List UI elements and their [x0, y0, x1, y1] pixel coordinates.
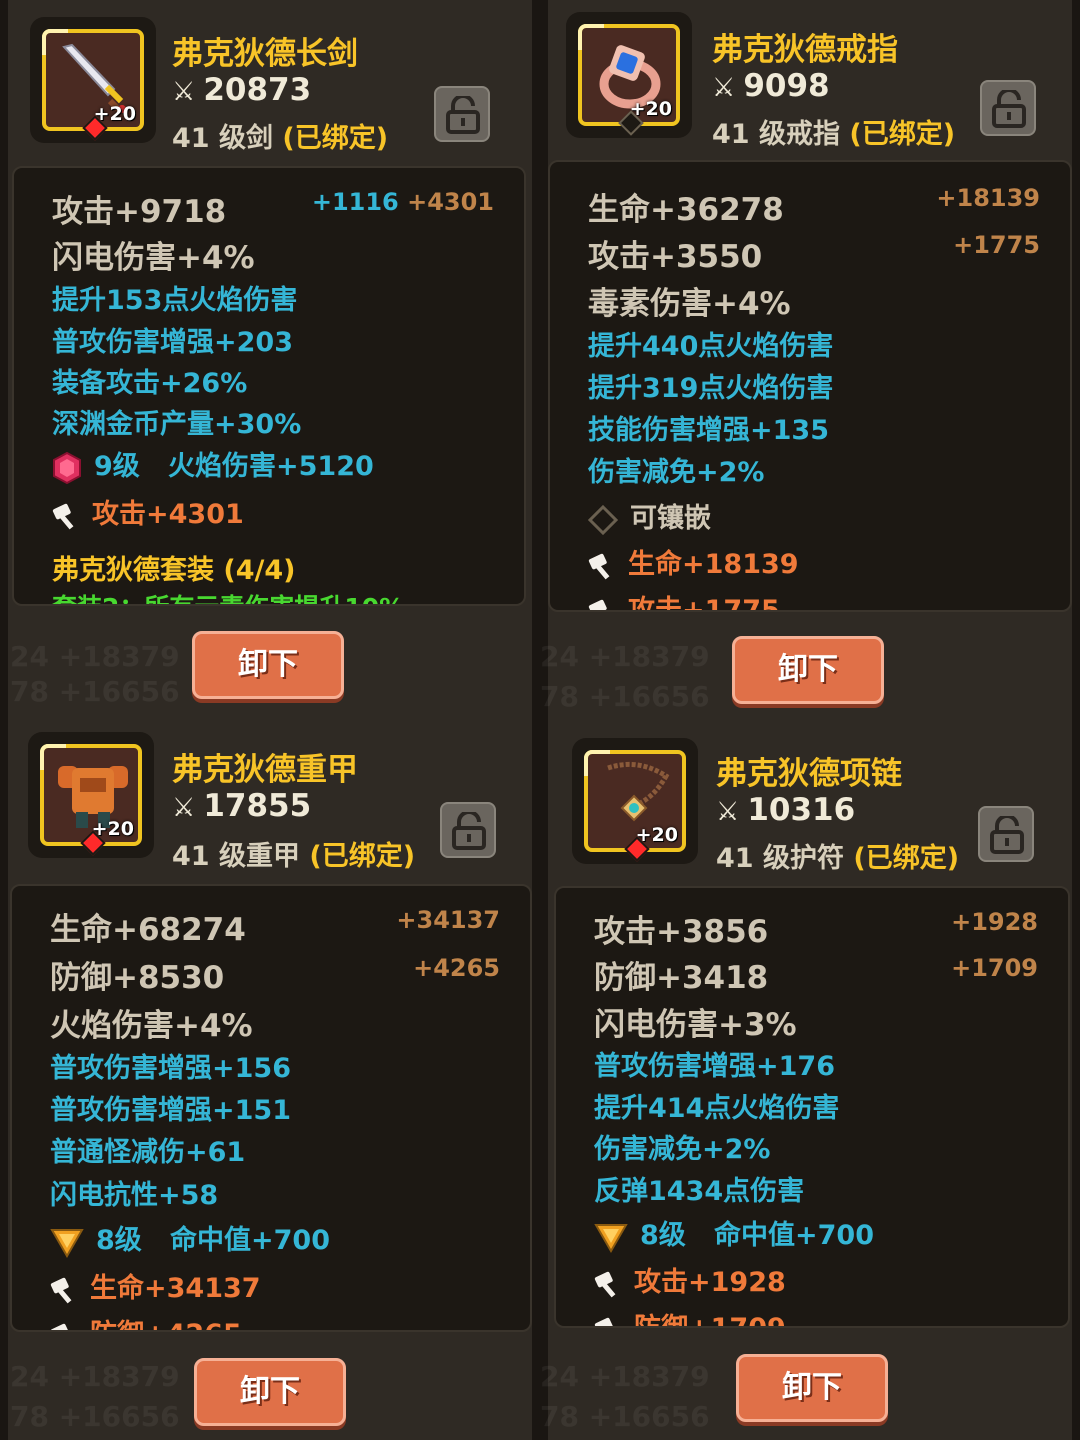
affix-stat: 普攻伤害增强+176	[594, 1051, 835, 1082]
lock-button[interactable]	[440, 802, 496, 858]
affix-stat: 伤害减免+2%	[588, 457, 765, 488]
item-name: 弗克狄德戒指	[712, 32, 898, 68]
affix-stat: 伤害减免+2%	[594, 1134, 771, 1165]
gem-stat: 9级 火焰伤害+5120	[52, 444, 374, 484]
stats-box[interactable]: 生命+68274 +34137 防御+8530 +4265 火焰伤害+4% 普攻…	[10, 884, 532, 1332]
hammer-icon	[594, 1317, 613, 1326]
forge-stat: 防御+1709	[594, 1306, 786, 1326]
crossed-swords-icon: ⚔	[172, 793, 196, 823]
affix-stat: 反弹1434点伤害	[594, 1176, 805, 1207]
hammer-icon	[50, 1323, 69, 1330]
lock-button[interactable]	[980, 80, 1036, 136]
lock-button[interactable]	[978, 806, 1034, 862]
crossed-swords-icon: ⚔	[172, 77, 196, 107]
item-icon-frame[interactable]: +20	[566, 12, 692, 138]
topaz-gem-icon	[50, 1228, 84, 1258]
stats-box[interactable]: 攻击+9718 +1116 +4301 闪电伤害+4% 提升153点火焰伤害 普…	[12, 166, 526, 606]
item-panel-armor: 24 +18379 78 +16656 +20 弗克狄德重甲 ⚔ 17855 41…	[0, 720, 540, 1440]
item-level: 41 级护符 (已绑定)	[716, 843, 960, 874]
set-bonus: 套装2：所有元素伤害提升10%	[52, 588, 404, 604]
base-stat: 生命+68274	[50, 912, 246, 948]
hammer-icon	[50, 1277, 72, 1303]
forge-stat: 攻击+1775	[588, 588, 780, 610]
hammer-icon	[588, 553, 610, 579]
affix-stat: 装备攻击+26%	[52, 368, 248, 399]
unequip-button[interactable]: 卸下	[736, 1354, 888, 1422]
affix-stat: 深渊金币产量+30%	[52, 409, 302, 440]
item-icon-frame[interactable]: +20	[30, 17, 156, 143]
topaz-gem-icon	[594, 1223, 628, 1253]
stats-box[interactable]: 攻击+3856 +1928 防御+3418 +1709 闪电伤害+3% 普攻伤害…	[554, 886, 1070, 1328]
forge-stat: 防御+4265	[50, 1312, 242, 1330]
crossed-swords-icon: ⚔	[716, 797, 740, 827]
hammer-icon	[52, 503, 74, 529]
base-stat: 攻击+3856	[594, 914, 769, 950]
affix-stat: 提升319点火焰伤害	[588, 373, 834, 404]
base-stat: 防御+8530	[50, 960, 225, 996]
affix-stat: 普攻伤害增强+151	[50, 1095, 291, 1126]
affix-stat: 普攻伤害增强+203	[52, 327, 293, 358]
unlock-icon	[992, 90, 1026, 128]
combat-power: ⚔ 9098	[712, 68, 830, 104]
stats-box[interactable]: 生命+36278 +18139 攻击+3550 +1775 毒素伤害+4% 提升…	[548, 160, 1072, 612]
item-panel-sword: 24 +18379 78 +16656 +20 弗克狄德长剑 ⚔ 20873 41…	[0, 0, 540, 720]
item-icon-frame[interactable]: +20	[572, 738, 698, 864]
item-panel-ring: 24 +18379 78 +16656 +20 弗克狄德戒指 ⚔ 9098 41 …	[540, 0, 1080, 720]
set-name: 弗克狄德套装 (4/4)	[52, 555, 296, 586]
forge-stat: 攻击+4301	[52, 492, 244, 531]
combat-power: ⚔ 10316	[716, 792, 856, 828]
base-stat: 毒素伤害+4%	[588, 286, 791, 322]
item-level: 41 级戒指 (已绑定)	[712, 119, 956, 150]
affix-stat: 提升153点火焰伤害	[52, 285, 298, 316]
unlock-icon	[990, 816, 1024, 854]
base-stat: 防御+3418	[594, 960, 769, 996]
unequip-button[interactable]: 卸下	[194, 1358, 346, 1426]
empty-socket-icon	[588, 504, 618, 535]
item-level: 41 级剑 (已绑定)	[172, 123, 389, 154]
affix-stat: 技能伤害增强+135	[588, 415, 829, 446]
stat-bonus: +1116 +4301	[311, 188, 494, 216]
lock-button[interactable]	[434, 86, 490, 142]
unequip-button[interactable]: 卸下	[192, 631, 344, 699]
empty-socket: 可镶嵌	[588, 496, 711, 535]
affix-stat: 提升440点火焰伤害	[588, 331, 834, 362]
item-icon-frame[interactable]: +20	[28, 732, 154, 858]
base-stat: 闪电伤害+3%	[594, 1007, 797, 1043]
unlock-icon	[452, 812, 486, 850]
ruby-gem-icon	[53, 451, 81, 484]
item-name: 弗克狄德长剑	[172, 36, 358, 72]
stat-bonus: +1928	[951, 908, 1038, 936]
item-name: 弗克狄德项链	[716, 756, 902, 792]
affix-stat: 普攻伤害增强+156	[50, 1053, 291, 1084]
base-stat: 火焰伤害+4%	[50, 1008, 253, 1044]
combat-power: ⚔ 17855	[172, 788, 312, 824]
base-stat: 闪电伤害+4%	[52, 240, 255, 276]
base-stat: 生命+36278	[588, 192, 784, 228]
hammer-icon	[588, 599, 610, 610]
forge-stat: 攻击+1928	[594, 1260, 786, 1299]
hammer-icon	[594, 1271, 616, 1297]
unlock-icon	[446, 96, 480, 134]
item-level: 41 级重甲 (已绑定)	[172, 841, 416, 872]
base-stat: 攻击+3550	[588, 239, 763, 275]
forge-stat: 生命+18139	[588, 542, 799, 581]
item-name: 弗克狄德重甲	[172, 752, 358, 788]
affix-stat: 普通怪减伤+61	[50, 1137, 246, 1168]
affix-stat: 闪电抗性+58	[50, 1180, 219, 1211]
item-panel-necklace: 24 +18379 78 +16656 +20 弗克狄德项链 ⚔ 10316 41…	[540, 720, 1080, 1440]
unequip-button[interactable]: 卸下	[732, 636, 884, 704]
gem-stat: 8级 命中值+700	[594, 1213, 874, 1253]
stat-bonus: +1709	[951, 954, 1038, 982]
crossed-swords-icon: ⚔	[712, 73, 736, 103]
stat-bonus: +1775	[953, 231, 1040, 259]
stat-bonus: +4265	[413, 954, 500, 982]
combat-power: ⚔ 20873	[172, 72, 312, 108]
affix-stat: 提升414点火焰伤害	[594, 1093, 840, 1124]
forge-stat: 生命+34137	[50, 1266, 261, 1305]
base-stat: 攻击+9718	[52, 194, 227, 230]
gem-stat: 8级 命中值+700	[50, 1218, 330, 1258]
stat-bonus: +34137	[396, 906, 500, 934]
stat-bonus: +18139	[936, 184, 1040, 212]
